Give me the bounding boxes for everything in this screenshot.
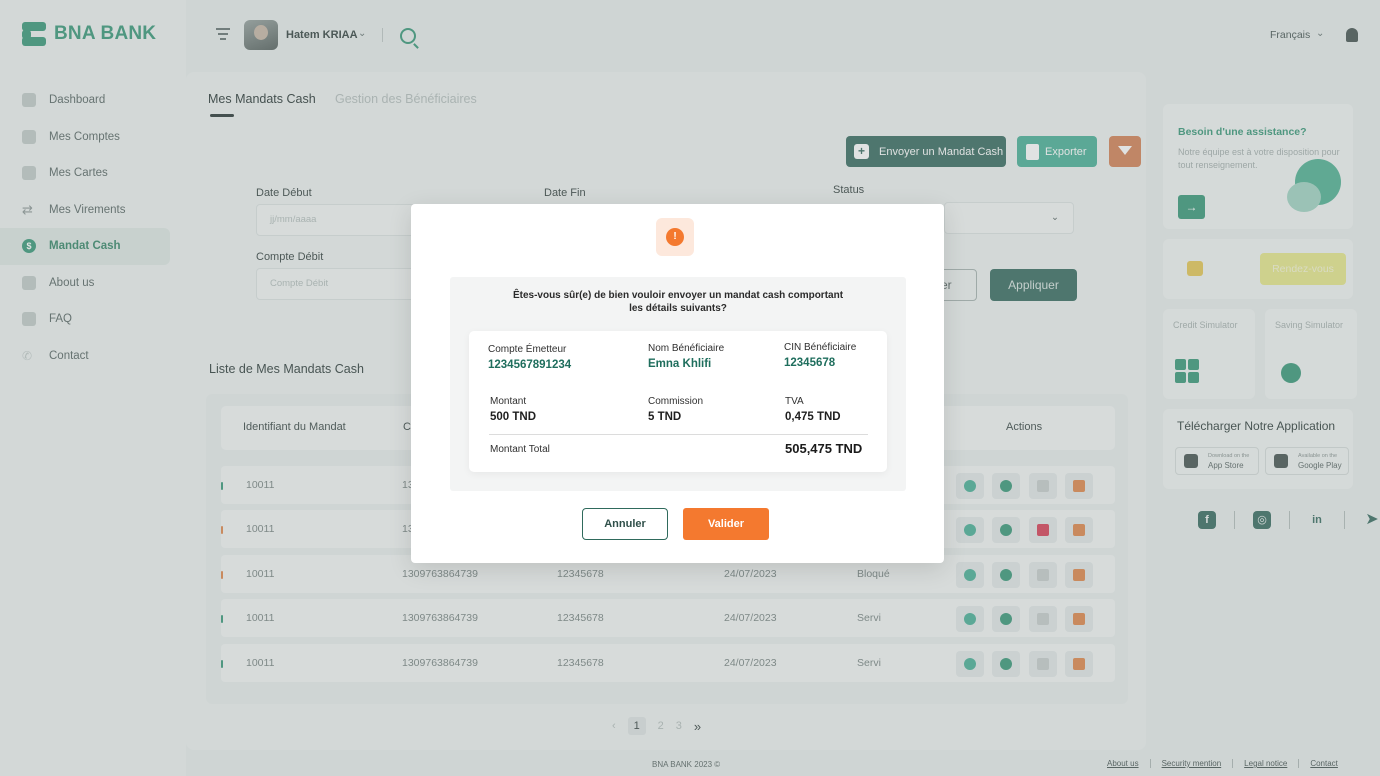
validate-button[interactable]: Valider — [683, 508, 769, 540]
confirm-question-line2: les détails suivants? — [629, 302, 727, 314]
detail-card: Compte Émetteur 1234567891234 Nom Bénéfi… — [469, 331, 887, 472]
confirm-question-line1: Êtes-vous sûr(e) de bien vouloir envoyer… — [512, 290, 844, 301]
cin-beneficiaire-label: CIN Bénéficiaire — [784, 342, 857, 353]
cin-beneficiaire-value: 12345678 — [784, 357, 836, 369]
confirm-modal: ! Êtes-vous sûr(e) de bien vouloir envoy… — [411, 204, 944, 563]
tva-value: 0,475 TND — [785, 411, 841, 423]
montant-label: Montant — [490, 396, 527, 407]
warning-icon: ! — [656, 218, 694, 256]
montant-total-label: Montant Total — [490, 444, 550, 455]
montant-total-value: 505,475 TND — [785, 441, 863, 456]
divider — [489, 434, 868, 435]
compte-emetteur-label: Compte Émetteur — [488, 344, 567, 355]
nom-beneficiaire-value: Emna Khlifi — [648, 358, 712, 370]
commission-label: Commission — [648, 396, 704, 407]
nom-beneficiaire-label: Nom Bénéficiaire — [648, 343, 725, 354]
exclamation-icon: ! — [666, 228, 684, 246]
cancel-button[interactable]: Annuler — [582, 508, 668, 540]
compte-emetteur-value: 1234567891234 — [488, 359, 572, 371]
commission-value: 5 TND — [648, 411, 682, 423]
confirm-question: Êtes-vous sûr(e) de bien vouloir envoyer… — [450, 290, 906, 315]
tva-label: TVA — [785, 396, 804, 407]
montant-value: 500 TND — [490, 411, 537, 423]
confirm-details-box: Êtes-vous sûr(e) de bien vouloir envoyer… — [450, 277, 906, 491]
